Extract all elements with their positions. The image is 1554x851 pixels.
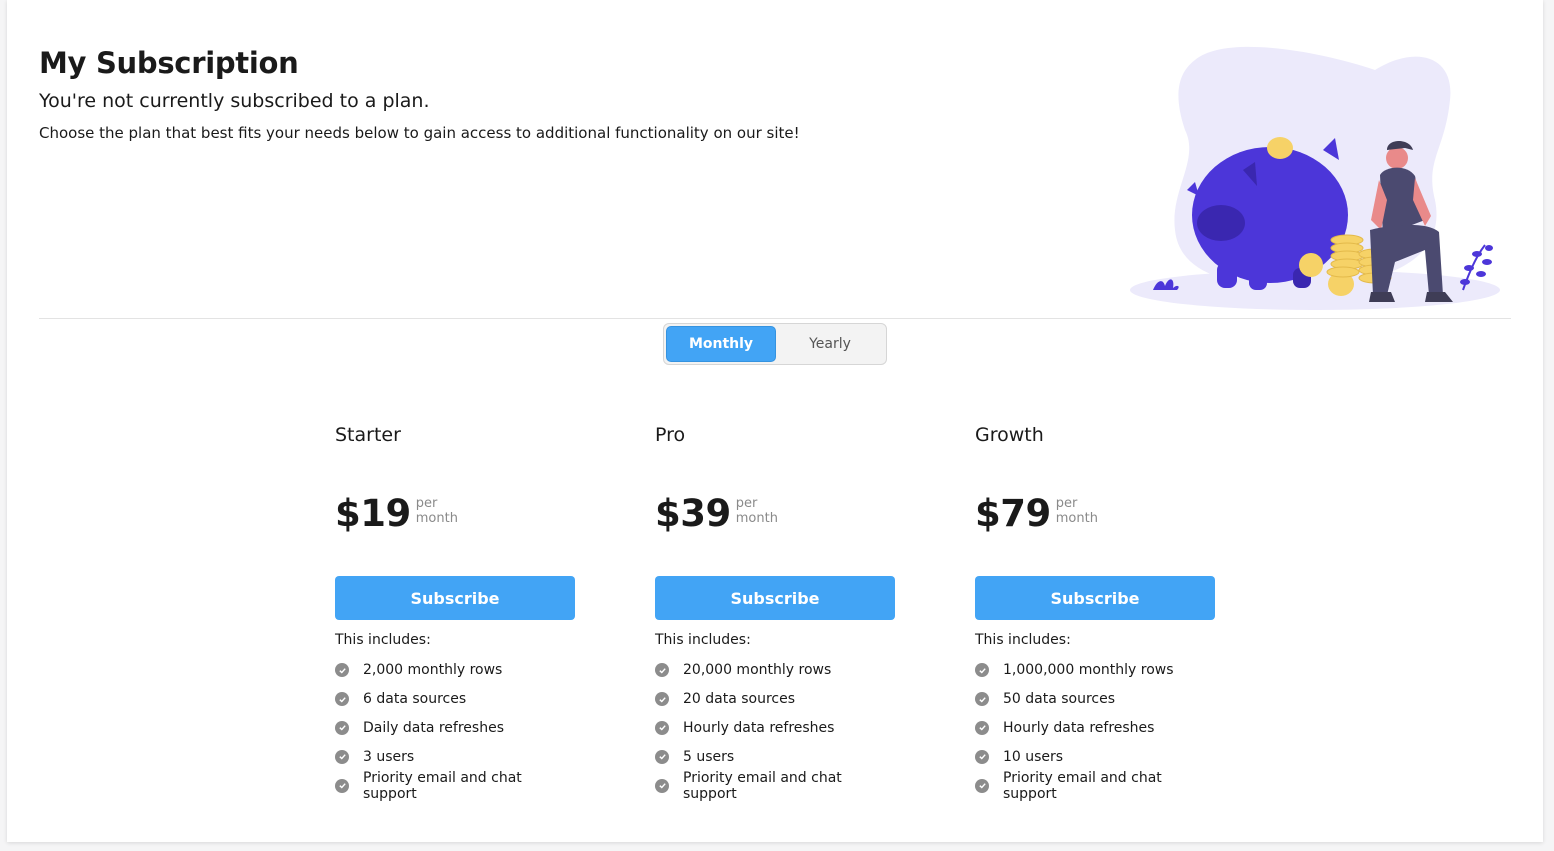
check-circle-icon — [335, 749, 349, 764]
price-row: $39 per month — [655, 494, 895, 538]
feature-item: Daily data refreshes — [335, 714, 575, 743]
price-period: per month — [1055, 496, 1098, 526]
feature-item: 5 users — [655, 742, 895, 771]
feature-item: 20 data sources — [655, 685, 895, 714]
plan-name: Growth — [975, 424, 1044, 446]
subscribe-button[interactable]: Subscribe — [975, 576, 1215, 620]
includes-label: This includes: — [655, 632, 751, 648]
plan-card-pro: Pro $39 per month Subscribe This includes… — [655, 424, 895, 802]
feature-item: 6 data sources — [335, 685, 575, 714]
plan-card-starter: Starter $19 per month Subscribe This incl… — [335, 424, 575, 802]
check-circle-icon — [655, 663, 669, 678]
check-circle-icon — [335, 778, 349, 793]
yearly-toggle-button[interactable]: Yearly — [776, 326, 884, 362]
feature-item: 10 users — [975, 742, 1215, 771]
header-divider — [39, 318, 1511, 319]
feature-item: Hourly data refreshes — [975, 714, 1215, 743]
check-circle-icon — [335, 663, 349, 678]
check-circle-icon — [655, 720, 669, 735]
page-header: My Subscription You're not currently sub… — [39, 46, 1039, 142]
feature-item: 20,000 monthly rows — [655, 656, 895, 685]
plan-price: $79 — [975, 492, 1051, 535]
billing-period-toggle: Monthly Yearly — [663, 323, 887, 365]
feature-item: 2,000 monthly rows — [335, 656, 575, 685]
check-circle-icon — [975, 778, 989, 793]
plan-price: $39 — [655, 492, 731, 535]
price-row: $19 per month — [335, 494, 575, 538]
feature-item: 3 users — [335, 742, 575, 771]
price-row: $79 per month — [975, 494, 1215, 538]
feature-list: 2,000 monthly rows 6 data sources Daily … — [335, 656, 575, 802]
subscribe-button[interactable]: Subscribe — [655, 576, 895, 620]
feature-item: Priority email and chat support — [655, 770, 895, 802]
check-circle-icon — [655, 692, 669, 707]
feature-item: Priority email and chat support — [335, 770, 575, 802]
subscribe-button[interactable]: Subscribe — [335, 576, 575, 620]
plan-name: Starter — [335, 424, 401, 446]
includes-label: This includes: — [975, 632, 1071, 648]
feature-item: Priority email and chat support — [975, 770, 1215, 802]
piggy-bank-illustration — [1125, 40, 1505, 315]
check-circle-icon — [335, 692, 349, 707]
plan-name: Pro — [655, 424, 686, 446]
subscription-card: My Subscription You're not currently sub… — [7, 0, 1543, 842]
check-circle-icon — [975, 749, 989, 764]
feature-item: 1,000,000 monthly rows — [975, 656, 1215, 685]
monthly-toggle-button[interactable]: Monthly — [666, 326, 776, 362]
check-circle-icon — [335, 720, 349, 735]
check-circle-icon — [655, 778, 669, 793]
check-circle-icon — [975, 720, 989, 735]
price-period: per month — [415, 496, 458, 526]
includes-label: This includes: — [335, 632, 431, 648]
feature-list: 1,000,000 monthly rows 50 data sources H… — [975, 656, 1215, 802]
feature-item: 50 data sources — [975, 685, 1215, 714]
check-circle-icon — [975, 692, 989, 707]
page-description: Choose the plan that best fits your need… — [39, 124, 800, 142]
plan-price: $19 — [335, 492, 411, 535]
page-title: My Subscription — [39, 46, 299, 80]
price-period: per month — [735, 496, 778, 526]
feature-list: 20,000 monthly rows 20 data sources Hour… — [655, 656, 895, 802]
check-circle-icon — [655, 749, 669, 764]
check-circle-icon — [975, 663, 989, 678]
feature-item: Hourly data refreshes — [655, 714, 895, 743]
subscription-status: You're not currently subscribed to a pla… — [39, 90, 430, 112]
plan-card-growth: Growth $79 per month Subscribe This inclu… — [975, 424, 1215, 802]
